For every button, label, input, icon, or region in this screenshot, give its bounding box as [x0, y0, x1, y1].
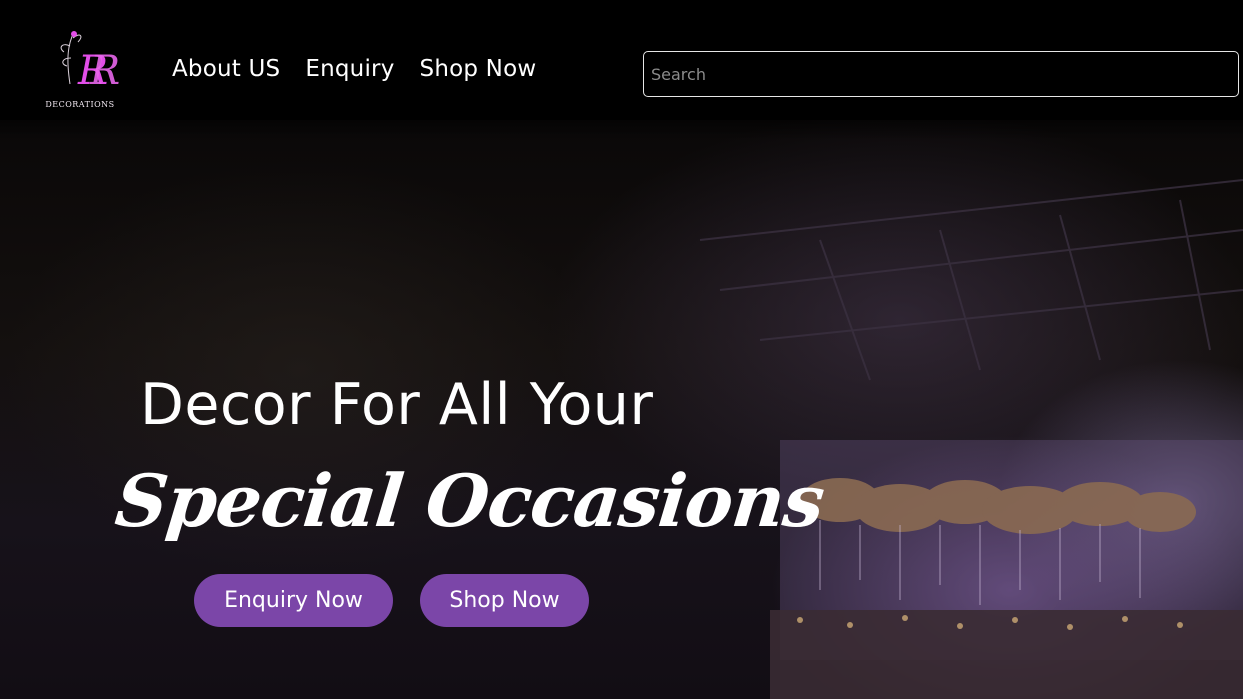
hero-script-text: Special Occasions	[111, 458, 828, 543]
rr-monogram-icon: R R	[60, 31, 120, 94]
site-header: R R DECORATIONS About US Enquiry Shop No…	[0, 0, 1243, 140]
hero-headline: Decor For All Your	[140, 372, 654, 438]
svg-text:R: R	[89, 48, 120, 94]
nav-enquiry[interactable]: Enquiry	[305, 56, 394, 82]
shop-now-button[interactable]: Shop Now	[420, 574, 589, 627]
brand-logo[interactable]: R R DECORATIONS	[40, 24, 120, 114]
brand-name: DECORATIONS	[45, 100, 115, 109]
nav-about-us[interactable]: About US	[172, 56, 280, 82]
page: R R DECORATIONS About US Enquiry Shop No…	[0, 0, 1243, 699]
enquiry-now-button[interactable]: Enquiry Now	[194, 574, 393, 627]
nav-shop-now[interactable]: Shop Now	[420, 56, 537, 82]
search-input[interactable]	[643, 51, 1239, 97]
main-nav: About US Enquiry Shop Now	[172, 56, 536, 82]
